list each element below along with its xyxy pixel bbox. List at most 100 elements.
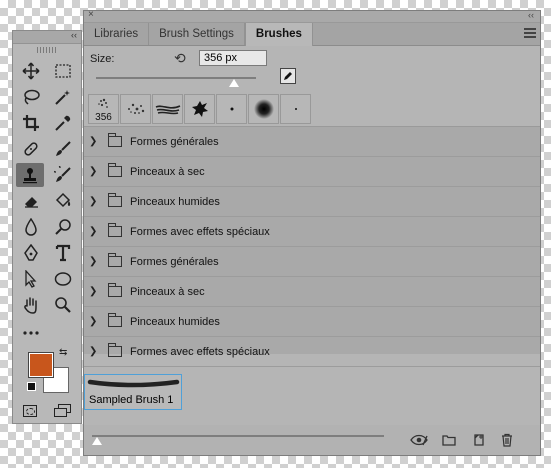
tab-brushes[interactable]: Brushes	[244, 23, 313, 46]
chevron-right-icon[interactable]: ❯	[89, 316, 103, 327]
size-slider-thumb[interactable]	[228, 79, 239, 87]
folder-icon	[107, 253, 122, 267]
brush-folder-list: ❯ Formes générales ❯ Pinceaux à sec ❯ Pince…	[84, 126, 540, 367]
lasso-icon	[24, 89, 40, 105]
foreground-color-swatch[interactable]	[28, 352, 54, 378]
history-brush-tool[interactable]	[50, 163, 76, 187]
more-tools-button[interactable]	[18, 321, 44, 345]
eyedropper-tool[interactable]	[50, 111, 76, 135]
pen-tool[interactable]	[18, 241, 44, 265]
chevron-right-icon[interactable]: ❯	[89, 226, 103, 237]
lasso-tool[interactable]	[18, 85, 44, 109]
preview-size-slider-track[interactable]	[92, 435, 384, 437]
dry-brush-icon	[155, 105, 180, 115]
history-brush-icon	[54, 166, 71, 182]
tab-brush-settings[interactable]: Brush Settings	[149, 23, 245, 45]
preview-size-slider-thumb[interactable]	[92, 437, 102, 445]
reset-size-icon[interactable]: ⟲	[174, 50, 186, 67]
pencil-icon	[284, 72, 292, 80]
panel-tabs: Libraries Brush Settings Brushes	[84, 23, 540, 46]
blur-tool[interactable]	[18, 215, 44, 239]
ellipse-tool[interactable]	[50, 267, 76, 291]
hand-tool[interactable]	[18, 293, 44, 317]
crop-tool[interactable]	[18, 111, 44, 135]
chevron-right-icon[interactable]: ❯	[89, 256, 103, 267]
chevron-right-icon[interactable]: ❯	[89, 166, 103, 177]
marquee-tool[interactable]	[50, 59, 76, 83]
marquee-icon	[55, 64, 71, 78]
tools-panel-titlebar[interactable]: ‹‹	[13, 30, 81, 44]
folder-icon	[107, 223, 122, 237]
clone-stamp-tool[interactable]	[16, 163, 44, 187]
swap-colors-icon[interactable]: ⇆	[59, 347, 67, 358]
folder-name: Pinceaux à sec	[130, 165, 205, 178]
eraser-tool[interactable]	[18, 189, 44, 213]
tools-panel: ‹‹ ⇆	[12, 30, 82, 424]
folder-name: Formes générales	[130, 135, 219, 148]
sampled-brush-item[interactable]: Sampled Brush 1	[84, 374, 182, 410]
size-input[interactable]: 356 px	[199, 50, 267, 66]
zoom-tool[interactable]	[50, 293, 76, 317]
dodge-tool[interactable]	[50, 215, 76, 239]
preset-soft-round[interactable]	[248, 94, 279, 124]
preset-hard-round-small[interactable]	[216, 94, 247, 124]
brush-tool[interactable]	[50, 137, 76, 161]
screen-mode-button[interactable]	[54, 404, 72, 418]
crop-icon	[23, 115, 39, 131]
folder-name: Pinceaux humides	[130, 315, 220, 328]
hand-icon	[24, 297, 37, 314]
folder-icon	[107, 283, 122, 297]
preset-sampled-brush[interactable]: 356	[88, 94, 119, 124]
panel-titlebar[interactable]: × ‹‹	[84, 9, 540, 23]
paint-bucket-tool[interactable]	[50, 189, 76, 213]
new-brush-icon[interactable]	[472, 433, 486, 447]
folder-name: Formes générales	[130, 255, 219, 268]
dodge-icon	[55, 219, 71, 235]
preset-splatter-brush[interactable]	[184, 94, 215, 124]
folder-row[interactable]: ❯ Pinceaux à sec	[84, 157, 540, 187]
folder-row[interactable]: ❯ Pinceaux humides	[84, 187, 540, 217]
chevron-right-icon[interactable]: ❯	[89, 286, 103, 297]
folder-row[interactable]: ❯ Formes générales	[84, 247, 540, 277]
edit-brush-button[interactable]	[280, 68, 296, 84]
size-control: Size: ⟲ 356 px	[84, 46, 540, 94]
folder-row[interactable]: ❯ Formes générales	[84, 127, 540, 157]
collapse-icon[interactable]: ‹‹	[528, 10, 534, 20]
chevron-right-icon[interactable]: ❯	[89, 196, 103, 207]
soft-round-brush-icon	[253, 99, 274, 119]
clone-stamp-icon	[23, 168, 37, 184]
tab-libraries[interactable]: Libraries	[84, 23, 150, 45]
sampled-brush-name: Sampled Brush 1	[89, 394, 174, 406]
move-tool[interactable]	[18, 59, 44, 83]
drag-grip[interactable]	[37, 47, 57, 53]
chevron-right-icon[interactable]: ❯	[89, 346, 103, 357]
preset-scatter-brush[interactable]	[120, 94, 151, 124]
trash-icon[interactable]	[500, 433, 514, 447]
default-colors-icon[interactable]	[27, 382, 36, 391]
quick-mask-button[interactable]	[23, 405, 37, 417]
folder-row[interactable]: ❯ Pinceaux humides	[84, 307, 540, 337]
hard-round-brush-icon	[230, 107, 233, 111]
type-tool[interactable]	[50, 241, 76, 265]
collapse-icon[interactable]: ‹‹	[71, 30, 77, 40]
chevron-right-icon[interactable]: ❯	[89, 136, 103, 147]
healing-brush-icon	[24, 142, 38, 156]
magic-wand-tool[interactable]	[50, 85, 76, 109]
type-icon	[55, 244, 71, 262]
preset-hard-round-tiny[interactable]	[280, 94, 311, 124]
folder-row[interactable]: ❯ Pinceaux à sec	[84, 277, 540, 307]
new-folder-icon[interactable]	[442, 433, 456, 447]
toggle-visibility-icon[interactable]	[410, 433, 428, 447]
magic-wand-icon	[55, 90, 70, 105]
quick-mask-icon	[25, 407, 35, 415]
close-icon[interactable]: ×	[88, 9, 94, 20]
healing-brush-tool[interactable]	[18, 137, 44, 161]
folder-icon	[107, 133, 122, 147]
preset-size-label: 356	[95, 112, 112, 123]
path-select-tool[interactable]	[18, 267, 44, 291]
folder-row[interactable]: ❯ Formes avec effets spéciaux	[84, 217, 540, 247]
zoom-icon	[55, 297, 71, 313]
panel-menu-icon[interactable]	[524, 28, 536, 38]
folder-row[interactable]: ❯ Formes avec effets spéciaux	[84, 337, 540, 367]
preset-dry-brush[interactable]	[152, 94, 183, 124]
